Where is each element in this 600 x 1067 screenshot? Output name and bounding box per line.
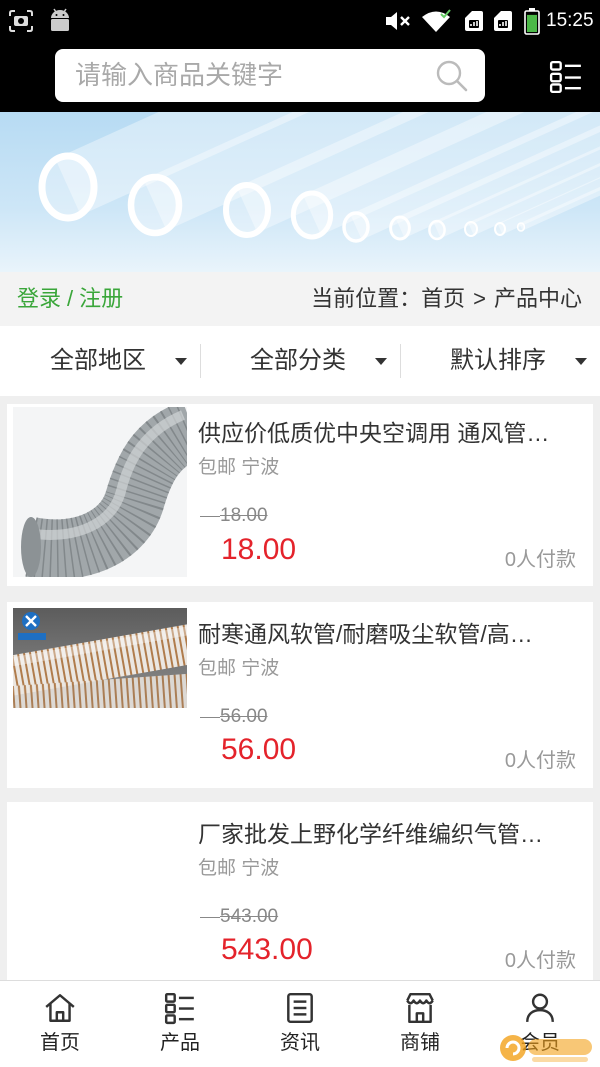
original-price: 18.00 [200,505,268,526]
nav-item-products[interactable]: 产品 [120,981,240,1067]
product-title: 供应价低质优中央空调用 通风管… [198,420,550,446]
nav-item-store[interactable]: 商铺 [360,981,480,1067]
sim2-signal-icon [494,11,512,31]
caret-down-icon [375,358,387,365]
product-shipping-location: 包邮 宁波 [198,457,280,478]
android-icon [51,8,69,31]
sim1-signal-icon [465,11,483,31]
watermark-logo [500,1035,592,1062]
nav-label: 产品 [160,1032,200,1054]
product-shipping-location: 包邮 宁波 [198,858,280,879]
product-title: 耐寒通风软管/耐磨吸尘软管/高… [198,621,533,647]
search-icon[interactable] [436,60,468,92]
filter-bar: 全部地区 全部分类 默认排序 [0,326,600,396]
login-register: 登录 / 注册 [17,272,123,326]
search-box[interactable] [55,49,485,102]
product-image [13,407,187,577]
product-card[interactable]: 厂家批发上野化学纤维编织气管… 包邮 宁波 543.00 543.00 0人付款 [7,802,593,982]
product-image [13,608,187,708]
filter-label: 全部地区 [50,347,146,374]
menu-list-icon[interactable] [549,60,583,94]
nav-label: 首页 [40,1032,80,1054]
breadcrumb-current: 产品中心 [493,286,582,311]
location-label: 当前位置： [311,286,422,311]
product-shipping-location: 包邮 宁波 [198,658,280,679]
sales-count: 0人付款 [504,549,576,571]
banner-image[interactable] [0,112,600,272]
product-title: 厂家批发上野化学纤维编织气管… [198,821,543,847]
product-price: 56.00 [221,733,297,766]
caret-down-icon [175,358,187,365]
original-price: 56.00 [200,706,268,727]
breadcrumb: 当前位置：首页 > 产品中心 [311,272,582,326]
home-icon [45,994,75,1022]
clock: 15:25 [546,10,594,31]
product-list-icon [164,992,194,1025]
member-icon [526,993,554,1022]
sales-count: 0人付款 [504,950,576,972]
sales-count: 0人付款 [504,750,576,772]
register-link[interactable]: 注册 [79,286,123,311]
store-icon [406,992,434,1024]
status-bar: 15:25 [0,0,600,42]
filter-category[interactable]: 全部分类 [200,326,400,396]
battery-icon [524,8,540,35]
nav-label: 商铺 [400,1032,440,1054]
nav-item-news[interactable]: 资讯 [240,981,360,1067]
breadcrumb-home[interactable]: 首页 [421,286,465,311]
product-image [13,805,187,975]
filter-label: 默认排序 [450,347,546,374]
wifi-icon [422,9,451,32]
search-input[interactable] [75,49,425,102]
mute-icon [386,12,410,30]
caret-down-icon [575,358,587,365]
filter-label: 全部分类 [250,347,346,374]
filter-sort[interactable]: 默认排序 [400,326,600,396]
product-price: 543.00 [221,933,313,966]
top-header [0,42,600,112]
nav-item-home[interactable]: 首页 [0,981,120,1067]
news-icon [287,992,313,1024]
breadcrumb-arrow: > [473,286,486,311]
product-card[interactable]: 供应价低质优中央空调用 通风管… 包邮 宁波 18.00 18.00 0人付款 [7,404,593,586]
product-card[interactable]: 耐寒通风软管/耐磨吸尘软管/高… 包邮 宁波 56.00 56.00 0人付款 [7,602,593,788]
login-separator: / [67,286,74,311]
login-link[interactable]: 登录 [17,286,61,311]
filter-region[interactable]: 全部地区 [0,326,200,396]
breadcrumb-bar: 登录 / 注册 当前位置：首页 > 产品中心 [0,272,600,326]
product-price: 18.00 [221,533,297,566]
screenshot-icon [9,10,33,32]
original-price: 543.00 [199,906,279,927]
nav-label: 资讯 [280,1032,320,1054]
banner-graphic [0,112,600,272]
